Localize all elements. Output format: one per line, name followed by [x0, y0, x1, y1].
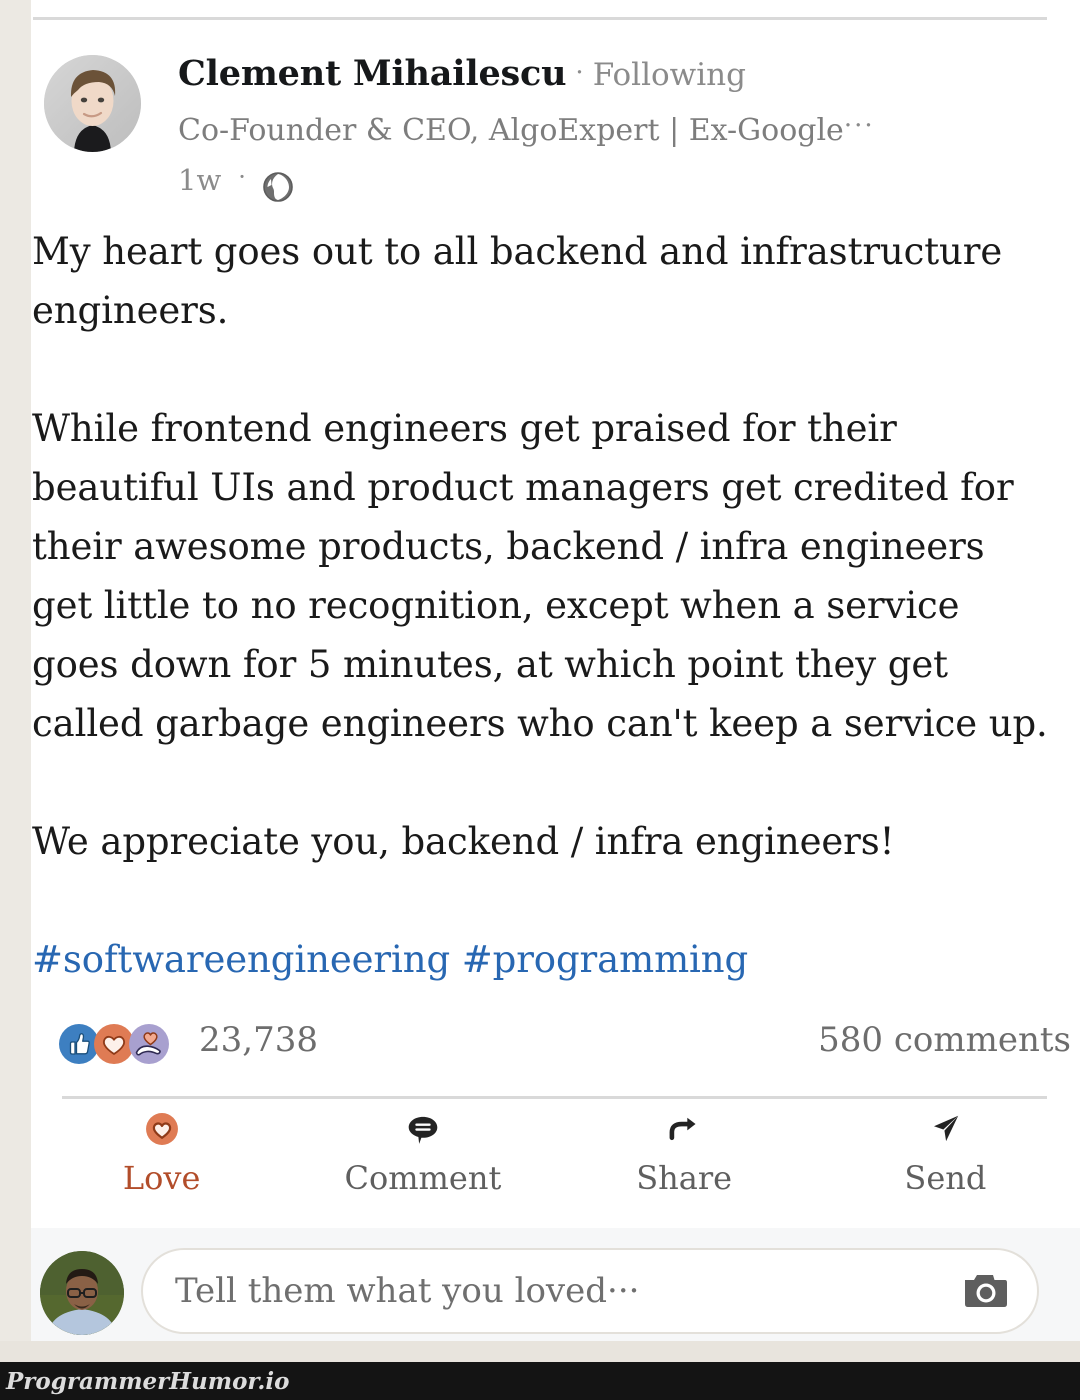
share-button[interactable]: Share: [554, 1105, 815, 1215]
author-separator: ·: [575, 58, 584, 88]
post-paragraph-1: My heart goes out to all backend and inf…: [32, 230, 1003, 332]
left-gutter-strip: [0, 0, 31, 1362]
watermark-text: ProgrammerHumor.io: [6, 1367, 290, 1395]
post-meta-line: 1w ·: [178, 156, 1058, 204]
meta-separator-dot: ·: [238, 163, 246, 191]
actions-divider: [62, 1096, 1047, 1099]
watermark-spacer-band: [0, 1341, 1080, 1362]
author-headline: Co-Founder & CEO, AlgoExpert | Ex-Google: [178, 113, 844, 148]
comment-bubble-icon: [401, 1105, 445, 1153]
author-headline-line: Co-Founder & CEO, AlgoExpert | Ex-Google…: [178, 101, 1058, 156]
share-arrow-icon: [662, 1105, 706, 1153]
author-avatar[interactable]: [44, 55, 141, 152]
watermark-bar: ProgrammerHumor.io: [0, 1362, 1080, 1400]
post-actions-bar: Love Comment Share Send: [31, 1105, 1076, 1215]
love-button-label: Love: [122, 1159, 201, 1197]
comments-count[interactable]: 580 comments: [818, 1020, 1071, 1060]
love-heart-icon: [94, 1024, 134, 1064]
send-button[interactable]: Send: [815, 1105, 1076, 1215]
headline-overflow-ellipsis: ···: [843, 111, 875, 141]
send-paper-plane-icon: [923, 1105, 967, 1153]
post-body: My heart goes out to all backend and inf…: [32, 222, 1052, 989]
top-divider: [33, 17, 1047, 20]
composer-avatar-image: [40, 1251, 124, 1335]
globe-icon: [263, 168, 293, 202]
post-age: 1w: [178, 163, 222, 197]
reaction-count[interactable]: 23,738: [199, 1020, 318, 1060]
comment-input-box[interactable]: [141, 1248, 1039, 1334]
post-header-text: Clement Mihailescu · Following Co-Founder …: [178, 47, 1058, 204]
reaction-icons-group[interactable]: [59, 1024, 169, 1064]
care-hands-heart-icon: [129, 1024, 169, 1064]
post-hashtags[interactable]: #softwareengineering #programming: [32, 930, 1052, 989]
comment-input[interactable]: [173, 1270, 917, 1312]
love-heart-icon: [140, 1105, 184, 1153]
author-line: Clement Mihailescu · Following: [178, 47, 1058, 101]
post-header: Clement Mihailescu · Following Co-Founder …: [36, 47, 1066, 207]
comment-button-label: Comment: [344, 1159, 502, 1197]
post-paragraph-2: While frontend engineers get praised for…: [32, 407, 1048, 745]
share-button-label: Share: [636, 1159, 733, 1197]
like-thumbs-up-icon: [59, 1024, 99, 1064]
author-name[interactable]: Clement Mihailescu: [178, 53, 567, 94]
avatar-image: [44, 55, 141, 152]
following-label[interactable]: Following: [593, 57, 746, 93]
reactions-row: 23,738 580 comments: [31, 1020, 1076, 1078]
linkedin-post-card: Clement Mihailescu · Following Co-Founder …: [31, 0, 1080, 1362]
camera-icon[interactable]: [961, 1270, 1009, 1312]
love-button[interactable]: Love: [31, 1105, 292, 1215]
composer-user-avatar[interactable]: [40, 1251, 124, 1335]
send-button-label: Send: [904, 1159, 987, 1197]
comment-button[interactable]: Comment: [292, 1105, 553, 1215]
post-paragraph-3: We appreciate you, backend / infra engin…: [32, 820, 895, 863]
